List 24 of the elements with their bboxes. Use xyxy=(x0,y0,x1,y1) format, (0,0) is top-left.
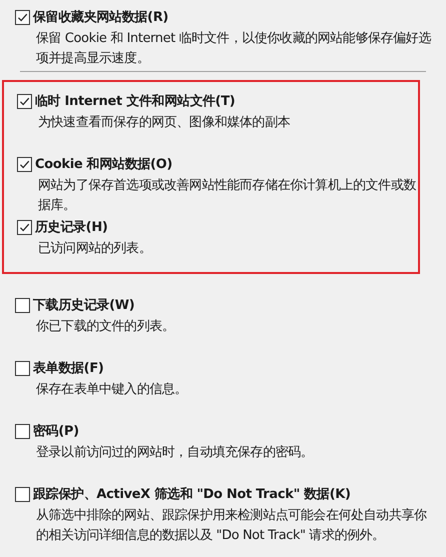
option-description: 已访问网站的列表。 xyxy=(38,240,152,258)
option-description: 网站为了保存首选项或改善网站性能而存储在你计算机上的文件或数据库。 xyxy=(38,177,416,215)
checkbox-label[interactable]: Cookie 和网站数据(O) xyxy=(35,155,172,173)
checkbox[interactable] xyxy=(15,424,30,438)
checkbox-label[interactable]: 历史记录(H) xyxy=(35,218,108,236)
option-description: 保存在表单中键入的信息。 xyxy=(36,381,188,399)
checkbox-label[interactable]: 临时 Internet 文件和网站文件(T) xyxy=(35,92,236,110)
checkbox-label[interactable]: 表单数据(F) xyxy=(33,359,104,377)
option-description: 从筛选中排除的网站、跟踪保护用来检测站点可能会在何处自动共享你的相关访问详细信息的数据以及 "Do Not Track" 请求的例外。 xyxy=(36,507,428,545)
option-description: 你已下载的文件的列表。 xyxy=(36,318,176,336)
checkbox-label[interactable]: 保留收藏夹网站数据(R) xyxy=(33,8,168,26)
option-description: 登录以前访问过的网站时，自动填充保存的密码。 xyxy=(36,444,314,462)
checkbox[interactable] xyxy=(17,156,32,172)
option-description: 保留 Cookie 和 Internet 临时文件，以使你收藏的网站能够保存偏好选项并提高显示速度。 xyxy=(36,30,431,68)
checkbox-label[interactable]: 下载历史记录(W) xyxy=(33,296,135,314)
checkbox[interactable] xyxy=(15,298,30,312)
checkbox[interactable] xyxy=(15,360,30,376)
checkbox-label[interactable]: 跟踪保护、ActiveX 筛选和 "Do Not Track" 数据(K) xyxy=(33,485,351,503)
checkbox-label[interactable]: 密码(P) xyxy=(33,422,79,440)
option-description: 为快速查看而保存的网页、图像和媒体的副本 xyxy=(38,114,292,132)
checkbox[interactable] xyxy=(15,486,30,502)
checkbox[interactable] xyxy=(17,94,32,108)
checkbox[interactable] xyxy=(15,10,30,24)
checkbox[interactable] xyxy=(17,220,32,234)
